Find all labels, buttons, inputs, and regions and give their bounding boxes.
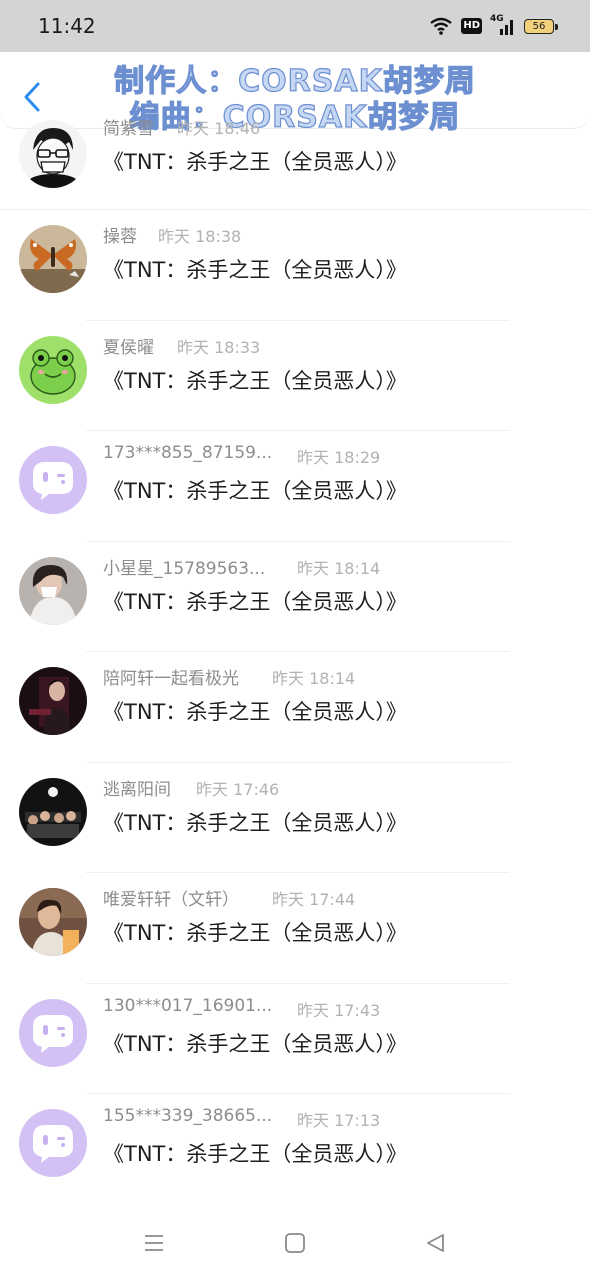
commenter-name: 155***339_38665... bbox=[103, 1106, 273, 1126]
home-square-icon[interactable] bbox=[284, 1232, 306, 1254]
list-item[interactable]: 155***339_38665... 昨天 17:13 《TNT：杀手之王（全员… bbox=[0, 1094, 590, 1205]
signal-icon: 4G bbox=[490, 14, 516, 36]
comment-time: 昨天 17:43 bbox=[297, 1000, 381, 1020]
comment-time: 昨天 18:46 bbox=[177, 119, 261, 138]
battery-level: 56 bbox=[532, 20, 546, 32]
list-item[interactable]: 陪阿轩一起看极光 昨天 18:14 《TNT：杀手之王（全员恶人）》 bbox=[0, 652, 590, 763]
avatar[interactable] bbox=[19, 777, 87, 846]
avatar[interactable] bbox=[19, 335, 87, 404]
back-triangle-icon[interactable] bbox=[424, 1232, 446, 1254]
wifi-icon bbox=[430, 17, 453, 35]
comment-text: 《TNT：杀手之王（全员恶人）》 bbox=[103, 589, 407, 614]
status-icons: HD 4G 56 bbox=[429, 14, 558, 38]
comment-text: 《TNT：杀手之王（全员恶人）》 bbox=[103, 150, 407, 174]
commenter-name: 陪阿轩一起看极光 bbox=[103, 669, 239, 689]
comment-text: 《TNT：杀手之王（全员恶人）》 bbox=[103, 1031, 407, 1056]
list-item[interactable]: 唯爱轩轩（文轩） 昨天 17:44 《TNT：杀手之王（全员恶人）》 bbox=[0, 873, 590, 984]
comment-time: 昨天 18:29 bbox=[297, 448, 381, 467]
list-item[interactable]: 夏侯曜 昨天 18:33 《TNT：杀手之王（全员恶人）》 bbox=[0, 321, 590, 431]
commenter-name: 简紫雪 bbox=[103, 119, 154, 139]
comment-text: 《TNT：杀手之王（全员恶人）》 bbox=[103, 700, 407, 724]
comment-text: 《TNT：杀手之王（全员恶人）》 bbox=[103, 921, 407, 945]
comment-time: 昨天 18:38 bbox=[158, 227, 242, 246]
comment-time: 昨天 18:14 bbox=[297, 558, 381, 578]
comment-text: 《TNT：杀手之王（全员恶人）》 bbox=[103, 258, 407, 282]
comment-time: 昨天 18:33 bbox=[177, 337, 261, 357]
list-item[interactable]: 逃离阳间 昨天 17:46 《TNT：杀手之王（全员恶人）》 bbox=[0, 763, 590, 873]
comment-time: 昨天 17:44 bbox=[272, 890, 356, 909]
status-bar: 11:42 HD 4G 56 bbox=[0, 0, 590, 52]
status-time: 11:42 bbox=[38, 14, 96, 38]
comment-text: 《TNT：杀手之王（全员恶人）》 bbox=[103, 368, 407, 393]
avatar[interactable] bbox=[19, 556, 87, 625]
comment-text: 《TNT：杀手之王（全员恶人）》 bbox=[103, 1142, 407, 1166]
avatar[interactable] bbox=[19, 888, 87, 956]
comment-list: 简紫雪 昨天 18:46 《TNT：杀手之王（全员恶人）》 操蓉 昨天 18:3… bbox=[0, 119, 590, 1205]
commenter-name: 夏侯曜 bbox=[103, 337, 154, 358]
avatar[interactable] bbox=[19, 667, 87, 735]
comment-time: 昨天 17:46 bbox=[196, 779, 280, 799]
battery-icon: 56 bbox=[524, 18, 558, 34]
commenter-name: 唯爱轩轩（文轩） bbox=[103, 890, 239, 910]
avatar[interactable] bbox=[19, 1109, 87, 1177]
avatar[interactable] bbox=[19, 446, 87, 514]
avatar[interactable] bbox=[19, 120, 87, 188]
avatar[interactable] bbox=[19, 998, 87, 1067]
system-nav-bar bbox=[0, 1210, 590, 1280]
commenter-name: 小星星_15789563... bbox=[103, 558, 266, 579]
list-item[interactable]: 173***855_87159... 昨天 18:29 《TNT：杀手之王（全员… bbox=[0, 431, 590, 542]
commenter-name: 逃离阳间 bbox=[103, 779, 171, 800]
commenter-name: 操蓉 bbox=[103, 227, 137, 247]
list-item[interactable]: 简紫雪 昨天 18:46 《TNT：杀手之王（全员恶人）》 bbox=[0, 114, 590, 210]
comment-time: 昨天 18:14 bbox=[272, 669, 356, 688]
menu-icon[interactable] bbox=[143, 1232, 165, 1254]
commenter-name: 130***017_16901... bbox=[103, 995, 273, 1016]
list-item[interactable]: 130***017_16901... 昨天 17:43 《TNT：杀手之王（全员… bbox=[0, 984, 590, 1094]
list-item[interactable]: 小星星_15789563... 昨天 18:14 《TNT：杀手之王（全员恶人）… bbox=[0, 542, 590, 652]
comment-time: 昨天 17:13 bbox=[297, 1111, 381, 1130]
comment-text: 《TNT：杀手之王（全员恶人）》 bbox=[103, 810, 407, 835]
comment-text: 《TNT：杀手之王（全员恶人）》 bbox=[103, 479, 407, 503]
avatar[interactable] bbox=[19, 225, 87, 293]
commenter-name: 173***855_87159... bbox=[103, 443, 273, 463]
list-item[interactable]: 操蓉 昨天 18:38 《TNT：杀手之王（全员恶人）》 bbox=[0, 210, 590, 321]
hd-badge: HD bbox=[461, 18, 482, 34]
